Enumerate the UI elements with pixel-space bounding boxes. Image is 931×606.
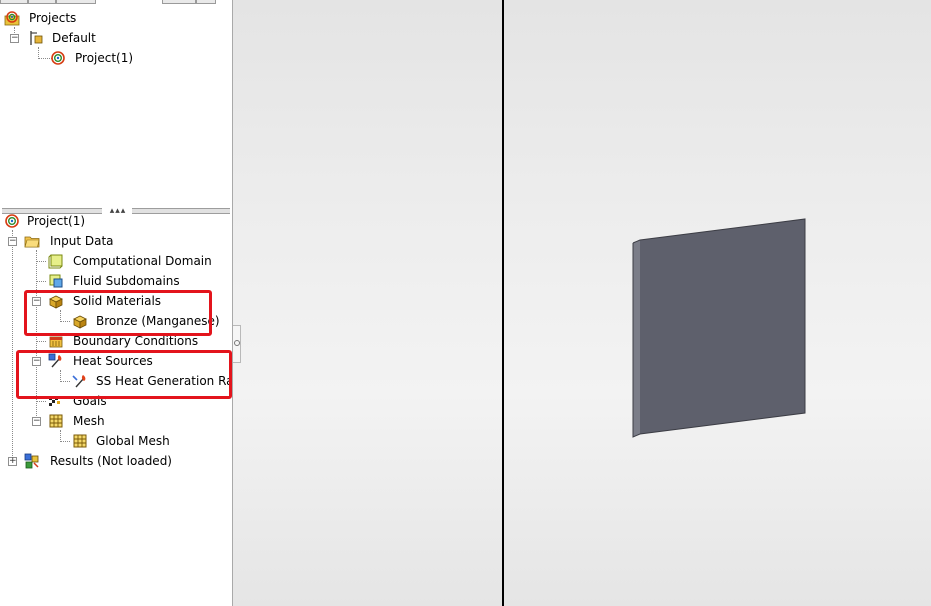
panel-tab[interactable]: [162, 0, 196, 4]
mesh-grid-icon: [73, 434, 87, 448]
folder-icon: [24, 236, 40, 248]
solid-materials-highlight-box: [24, 290, 212, 336]
heat-sources-highlight-box: [16, 350, 232, 399]
collapse-icon[interactable]: −: [10, 34, 19, 43]
panel-tab[interactable]: [56, 0, 96, 4]
tree-item-label: Computational Domain: [73, 254, 212, 268]
panel-tab[interactable]: [28, 0, 56, 4]
tree-item-label: Results (Not loaded): [50, 454, 172, 468]
mesh-grid-icon: [49, 414, 63, 428]
tree-item-label: Fluid Subdomains: [73, 274, 180, 288]
project-rings-icon: [51, 51, 65, 65]
3d-model-view: [632, 218, 806, 438]
plate-front-face[interactable]: [640, 219, 805, 434]
fluid-subdomain-icon: [49, 274, 63, 288]
project-rings-icon: [5, 214, 19, 228]
tree-item-label: Global Mesh: [96, 434, 170, 448]
tree-item-label: Default: [52, 31, 96, 45]
tree-item-label: Projects: [29, 11, 77, 25]
collapse-icon[interactable]: −: [32, 417, 41, 426]
tree-item-label: Input Data: [50, 234, 114, 248]
project-rings-icon: [4, 11, 20, 26]
domain-box-icon: [48, 254, 63, 269]
tree-item-label: Mesh: [73, 414, 105, 428]
plate-side-face[interactable]: [633, 240, 640, 437]
collapse-icon[interactable]: −: [8, 237, 17, 246]
configuration-icon: [30, 31, 43, 45]
expand-icon[interactable]: +: [8, 457, 17, 466]
graphics-viewport[interactable]: [233, 0, 931, 606]
flow-simulation-tree-panel: Projects − Default Project(1) ▴▴▴ Projec…: [0, 0, 233, 606]
panel-tab[interactable]: [0, 0, 28, 4]
panel-tab[interactable]: [196, 0, 216, 4]
results-icon: [24, 453, 39, 469]
splitter-grip-icon[interactable]: ▴▴▴: [106, 206, 130, 216]
tree-item-label: Project(1): [27, 214, 86, 228]
panel-tabs-strip: [0, 0, 232, 4]
tree-item-label: Project(1): [75, 51, 134, 65]
